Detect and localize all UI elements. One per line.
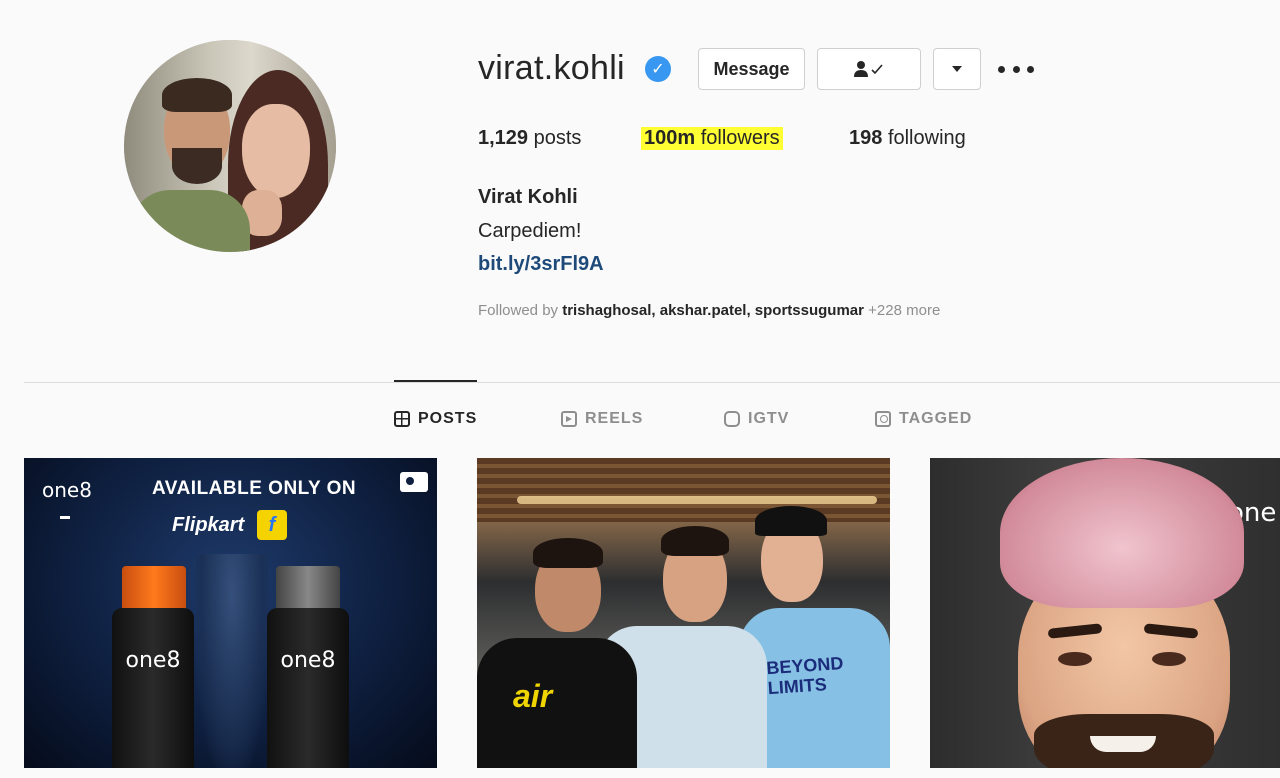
post3-eye-right <box>1152 652 1186 666</box>
more-options-icon[interactable] <box>998 56 1034 82</box>
post2-person-2-hair <box>661 526 729 556</box>
avatar-person-1-hair <box>162 78 232 112</box>
followers-count-link[interactable]: 100m followers <box>641 127 783 150</box>
igtv-icon <box>724 411 740 427</box>
post-thumbnail-2[interactable]: air BEYOND LIMITS <box>477 458 890 768</box>
post1-store-name: Flipkart <box>172 514 245 536</box>
grid-icon <box>394 411 410 427</box>
caret-down-icon <box>952 66 962 72</box>
avatar-person-2-face <box>242 104 310 198</box>
flipkart-icon: f <box>257 510 287 540</box>
tab-tagged-label: TAGGED <box>899 410 973 427</box>
post3-smile <box>1090 736 1156 752</box>
tab-reels[interactable]: REELS <box>561 410 643 428</box>
post1-bottle-left <box>112 608 194 768</box>
profile-bio: Carpediem! <box>478 220 582 242</box>
profile-divider <box>24 382 1280 383</box>
post2-ceiling-light <box>517 496 877 504</box>
post1-bottle-label-right: one8 <box>280 648 336 673</box>
post1-bottle-right <box>267 608 349 768</box>
posts-count-value: 1,129 <box>478 127 529 149</box>
followers-count-label: followers <box>700 127 780 149</box>
post2-person-3-cap <box>755 506 827 536</box>
following-count-link[interactable]: 198 following <box>849 127 966 150</box>
avatar-person-1-jacket <box>130 190 250 252</box>
followed-by-text[interactable]: Followed by trishaghosal, akshar.patel, … <box>478 302 940 319</box>
tab-tagged[interactable]: TAGGED <box>875 410 972 428</box>
more-dot <box>1027 65 1034 73</box>
tab-igtv-label: IGTV <box>748 410 790 427</box>
followed-by-prefix: Followed by <box>478 302 559 319</box>
post1-dash <box>60 516 70 519</box>
post2-person-1-shirt <box>477 638 637 768</box>
following-button[interactable] <box>817 48 921 90</box>
following-count-value: 198 <box>849 127 883 149</box>
video-icon <box>400 472 428 492</box>
post2-shirt-text-air: air <box>513 678 553 714</box>
profile-website-link[interactable]: bit.ly/3srFl9A <box>478 253 604 276</box>
followed-by-users: trishaghosal, akshar.patel, sportssuguma… <box>562 302 864 319</box>
profile-full-name: Virat Kohli <box>478 186 578 208</box>
post1-brand-logo: one8 <box>42 478 92 502</box>
suggested-dropdown-button[interactable] <box>933 48 981 90</box>
following-count-label: following <box>887 127 966 149</box>
post3-eye-left <box>1058 652 1092 666</box>
tab-posts-label: POSTS <box>418 410 478 427</box>
verified-badge-icon: ✓ <box>645 56 671 82</box>
posts-count-label: posts <box>533 127 582 149</box>
profile-avatar[interactable] <box>124 40 336 252</box>
post2-person-1-hair <box>533 538 603 568</box>
posts-count: 1,129 posts <box>478 127 581 150</box>
profile-username: virat.kohli <box>478 49 625 87</box>
post1-headline: AVAILABLE ONLY ON <box>152 478 357 499</box>
post1-bottle-cap-grey <box>276 566 340 614</box>
more-dot <box>1012 65 1020 73</box>
active-tab-indicator <box>394 380 477 382</box>
post1-bottle-label-left: one8 <box>125 648 181 673</box>
tab-posts[interactable]: POSTS <box>394 410 477 428</box>
tagged-icon <box>875 411 891 427</box>
person-check-icon <box>854 61 883 77</box>
post-thumbnail-1[interactable]: one8 AVAILABLE ONLY ON Flipkart f one8 o… <box>24 458 437 768</box>
avatar-person-1-beard <box>172 148 222 184</box>
post1-bottle-cap-orange <box>122 566 186 614</box>
tab-reels-label: REELS <box>585 410 644 427</box>
followers-count-value: 100m <box>644 127 696 149</box>
followed-by-more: +228 more <box>868 302 941 319</box>
post2-shirt-text-beyond-limits: BEYOND LIMITS <box>765 652 844 699</box>
post-thumbnail-3[interactable]: one <box>930 458 1280 768</box>
tab-igtv[interactable]: IGTV <box>724 410 789 428</box>
post1-background-figure <box>196 554 268 768</box>
reels-icon <box>561 411 577 427</box>
more-dot <box>998 65 1005 73</box>
post2-ceiling <box>477 458 890 522</box>
post3-cap <box>1000 458 1244 608</box>
message-button[interactable]: Message <box>698 48 805 90</box>
